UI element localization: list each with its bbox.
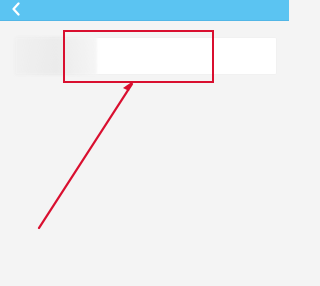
top-navigation-bar: [0, 0, 289, 21]
app-screen: [0, 0, 289, 286]
back-button[interactable]: [6, 0, 26, 19]
chevron-left-icon: [11, 2, 21, 16]
highlight-box: [63, 30, 214, 83]
